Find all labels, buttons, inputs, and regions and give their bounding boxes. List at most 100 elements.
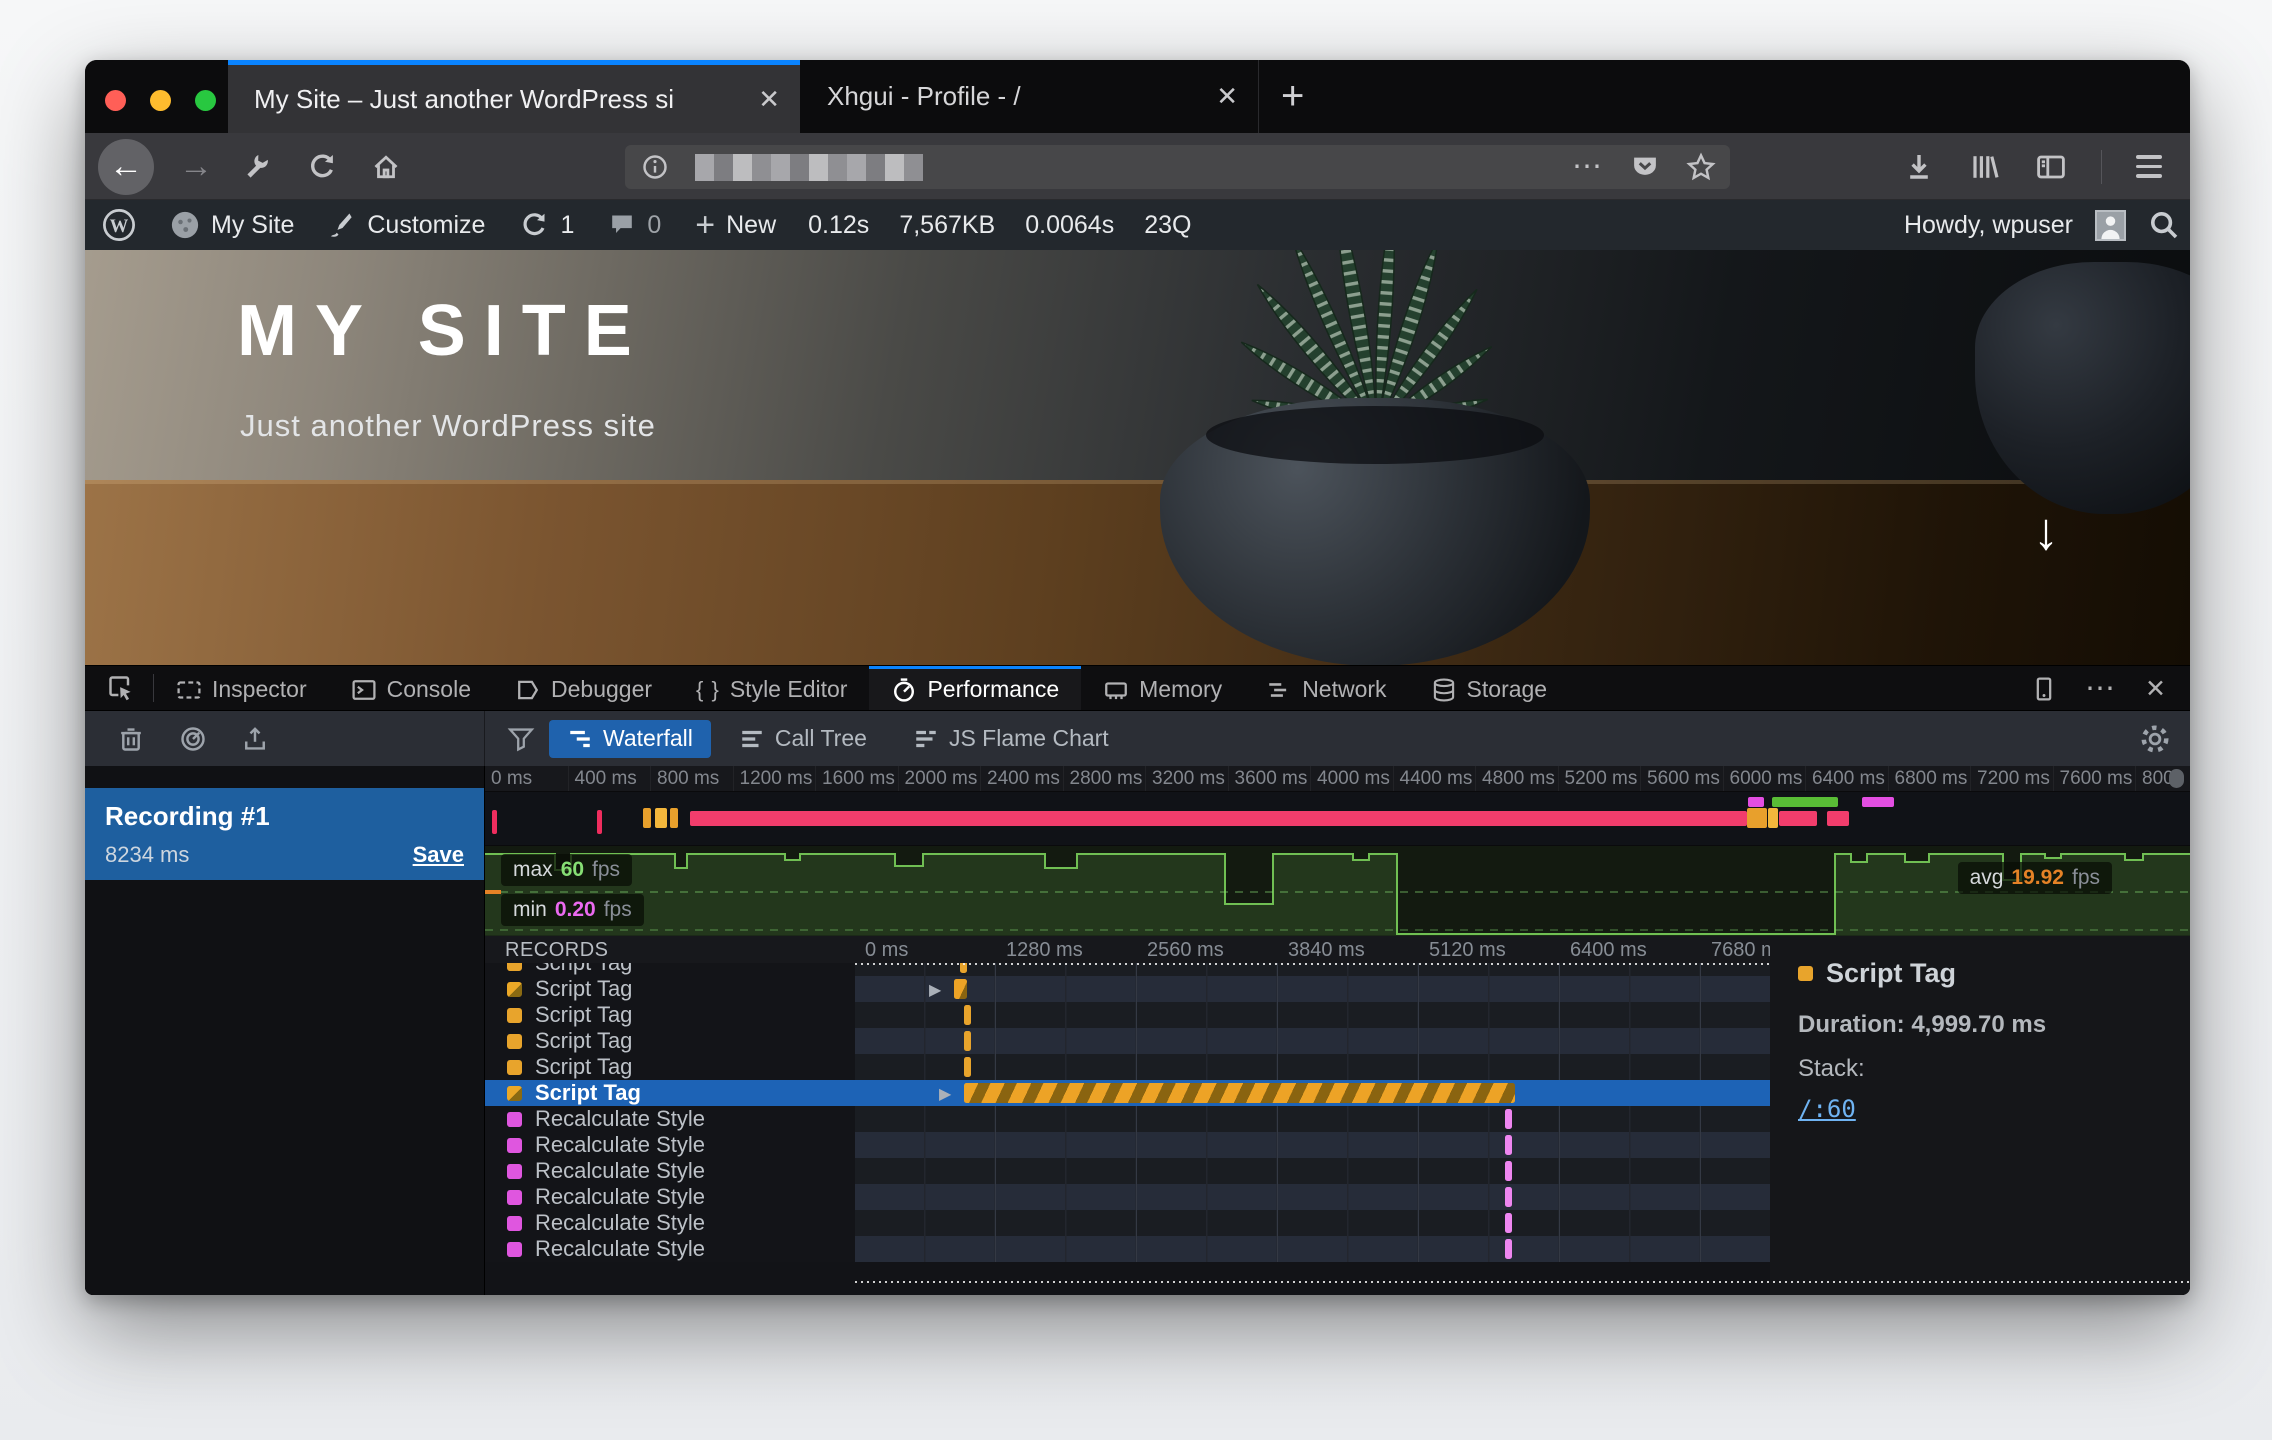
bookmark-star-icon[interactable] (1686, 152, 1716, 182)
devtools-tab-storage[interactable]: Storage (1409, 666, 1570, 710)
wp-admin-bar: W My Site Customize 1 0 + New 0. (85, 200, 2190, 250)
search-icon[interactable] (2148, 209, 2180, 241)
wrench-icon (243, 152, 273, 182)
wp-customize-button[interactable]: Customize (311, 200, 502, 250)
recalculate-style-icon (507, 1190, 522, 1205)
tab-my-site[interactable]: My Site – Just another WordPress si ✕ (228, 60, 800, 133)
view-button-waterfall[interactable]: Waterfall (549, 720, 711, 758)
ruler-tick: 800 ms (650, 766, 733, 791)
wp-logo-button[interactable]: W (85, 200, 153, 250)
stack-frame-link[interactable]: /:60 (1798, 1095, 1856, 1123)
qm-memory-stat[interactable]: 7,567KB (884, 211, 1010, 240)
browser-window: My Site – Just another WordPress si ✕ Xh… (85, 60, 2190, 1295)
record-row[interactable]: Recalculate Style (485, 1132, 1770, 1158)
record-row[interactable]: Script Tag ▶ (485, 1080, 1770, 1106)
qm-query-count-stat[interactable]: 23Q (1129, 211, 1206, 240)
tab-xhgui[interactable]: Xhgui - Profile - / ✕ (801, 60, 1259, 133)
expand-triangle-icon[interactable]: ▶ (939, 1084, 951, 1104)
record-row[interactable]: Recalculate Style (485, 1106, 1770, 1132)
devtools-tab-inspector[interactable]: Inspector (154, 666, 329, 710)
records-timeline-tick: 5120 ms (1419, 936, 1560, 963)
devtools-tab-memory[interactable]: Memory (1081, 666, 1244, 710)
settings-gear-icon[interactable] (2140, 724, 2170, 754)
library-icon[interactable] (1969, 151, 2001, 183)
avatar[interactable] (2095, 210, 2126, 241)
wp-howdy-label[interactable]: Howdy, wpuser (1904, 211, 2073, 240)
expand-triangle-icon[interactable]: ▶ (929, 980, 941, 1000)
ruler-tick: 1200 ms (733, 766, 816, 791)
page-actions-icon[interactable]: ⋯ (1572, 157, 1604, 177)
devtools-close-icon[interactable]: ✕ (2145, 674, 2166, 704)
close-icon[interactable]: ✕ (1216, 81, 1238, 112)
devtools-tab-network[interactable]: Network (1244, 666, 1408, 710)
view-button-call-tree[interactable]: Call Tree (721, 720, 885, 758)
record-row[interactable]: Recalculate Style (485, 1158, 1770, 1184)
clear-recordings-icon[interactable] (117, 725, 145, 753)
record-label: Script Tag (535, 1028, 632, 1054)
waterfall-overview[interactable] (485, 792, 2190, 846)
ruler-tick: 6000 ms (1723, 766, 1806, 791)
record-label: Script Tag (535, 1002, 632, 1028)
devtools-menu-icon[interactable]: ⋯ (2085, 679, 2117, 699)
back-button[interactable]: ← (95, 133, 157, 200)
devtools-tab-label: Inspector (212, 676, 307, 703)
wp-new-button[interactable]: + New (678, 200, 793, 250)
devtools-tab-label: Storage (1467, 676, 1548, 703)
pocket-icon[interactable] (1630, 152, 1660, 182)
record-label: Recalculate Style (535, 1132, 705, 1158)
new-tab-button[interactable]: + (1281, 78, 1304, 114)
record-row[interactable]: Recalculate Style (485, 1184, 1770, 1210)
scroll-down-arrow[interactable]: ↓ (2033, 502, 2059, 562)
waterfall-bar (1505, 1187, 1512, 1207)
overview-marker (1827, 811, 1849, 826)
record-row[interactable]: Script Tag (485, 1002, 1770, 1028)
devtools-tab-label: Style Editor (730, 676, 848, 703)
wp-comments-button[interactable]: 0 (591, 200, 678, 250)
record-row[interactable]: Script Tag ▶ (485, 976, 1770, 1002)
performance-main: 0 ms400 ms800 ms1200 ms1600 ms2000 ms240… (485, 766, 2190, 1295)
forward-button[interactable]: → (171, 133, 221, 200)
import-recording-icon[interactable] (241, 725, 269, 753)
record-label: Recalculate Style (535, 1184, 705, 1210)
responsive-mode-icon[interactable] (2031, 676, 2057, 702)
record-row[interactable]: Script Tag (485, 1054, 1770, 1080)
qm-time-stat[interactable]: 0.12s (793, 211, 884, 240)
selection-dotted-line-bottom (855, 1281, 2190, 1283)
fps-graph[interactable]: max60fps min0.20fps avg19.92fps (485, 846, 2190, 936)
download-icon[interactable] (1903, 151, 1935, 183)
reload-button[interactable] (297, 133, 347, 200)
wp-site-menu[interactable]: My Site (153, 200, 311, 250)
qm-query-time-stat[interactable]: 0.0064s (1010, 211, 1129, 240)
recording-item[interactable]: Recording #1 8234 ms Save (85, 788, 484, 880)
close-window-button[interactable] (105, 90, 126, 111)
devtools-tab-style-editor[interactable]: { }Style Editor (674, 666, 869, 710)
minimize-window-button[interactable] (150, 90, 171, 111)
menu-button[interactable] (2136, 155, 2162, 177)
view-button-js-flame-chart[interactable]: JS Flame Chart (895, 720, 1127, 758)
vertical-scrollbar[interactable] (2169, 769, 2184, 788)
devtools-tab-console[interactable]: Console (329, 666, 493, 710)
sidebar-toggle-icon[interactable] (2035, 151, 2067, 183)
record-label: Script Tag (535, 976, 632, 1002)
record-label: Script Tag (535, 1080, 641, 1106)
zoom-window-button[interactable] (195, 90, 216, 111)
record-row[interactable]: Recalculate Style (485, 1236, 1770, 1262)
close-icon[interactable]: ✕ (758, 84, 780, 115)
devtools-tab-performance[interactable]: Performance (869, 666, 1081, 710)
record-row[interactable]: Recalculate Style (485, 1210, 1770, 1236)
wrench-button[interactable] (233, 133, 283, 200)
recalculate-style-icon (507, 1138, 522, 1153)
pick-element-button[interactable] (85, 666, 153, 710)
record-label: Recalculate Style (535, 1106, 705, 1132)
filter-icon[interactable] (507, 725, 535, 753)
record-row[interactable]: Script Tag (485, 1028, 1770, 1054)
devtools-tab-debugger[interactable]: Debugger (493, 666, 674, 710)
home-button[interactable] (361, 133, 411, 200)
wp-updates-button[interactable]: 1 (502, 200, 591, 250)
recording-duration: 8234 ms (105, 842, 189, 868)
url-bar[interactable]: ⋯ (625, 145, 1730, 189)
save-recording-link[interactable]: Save (413, 842, 464, 868)
record-performance-icon[interactable] (179, 725, 207, 753)
paintbrush-icon (328, 211, 356, 239)
script-tag-icon (507, 963, 522, 971)
